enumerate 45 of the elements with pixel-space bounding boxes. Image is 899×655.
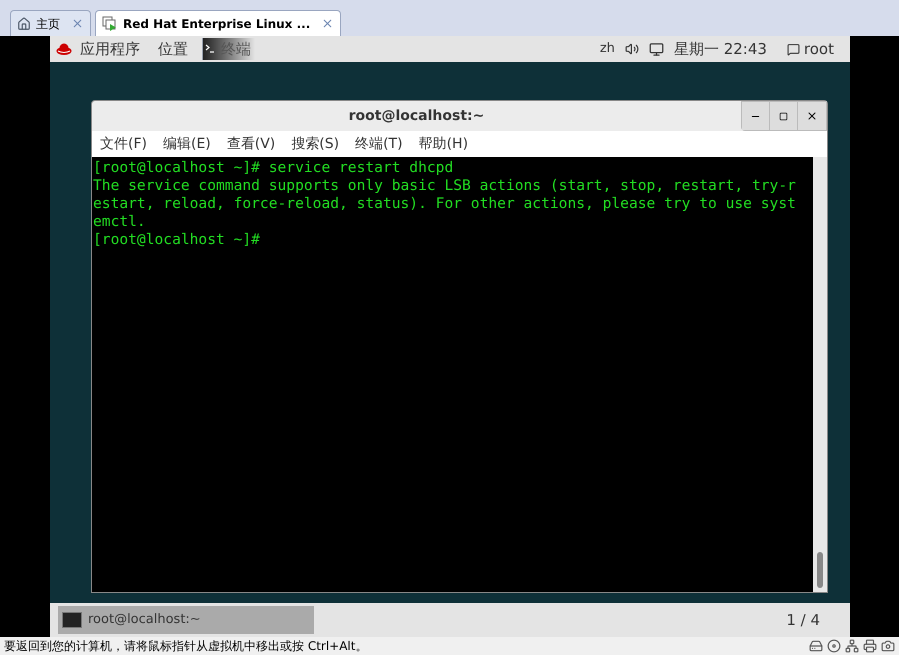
menu-item[interactable]: 编辑(E): [162, 134, 211, 154]
window-title: root@localhost:~: [348, 106, 486, 126]
scroll-thumb[interactable]: [817, 552, 823, 588]
terminal-icon: [205, 43, 217, 55]
clock[interactable]: 星期一 22:43: [674, 38, 767, 60]
menu-item[interactable]: 查看(V): [226, 134, 276, 154]
user-menu[interactable]: root: [804, 38, 834, 60]
printer-icon[interactable]: [863, 639, 877, 653]
close-icon[interactable]: [321, 17, 334, 30]
scrollbar[interactable]: [813, 157, 827, 592]
top-menu[interactable]: 应用程序: [80, 38, 140, 60]
workspace-indicator[interactable]: 1 / 4: [786, 608, 820, 632]
close-icon[interactable]: [71, 17, 84, 30]
terminal-line: [root@localhost ~]# service restart dhcpd: [93, 159, 454, 177]
maximize-icon: [779, 112, 788, 120]
tab-label: Red Hat Enterprise Linux ...: [123, 16, 310, 32]
vm-icon: [102, 16, 118, 32]
menu-item[interactable]: 文件(F): [100, 134, 147, 154]
terminal-line: estart, reload, force-reload, status). For other actions, please try to use syst: [93, 195, 796, 213]
menu-item[interactable]: 搜索(S): [291, 134, 340, 154]
input-method[interactable]: zh: [600, 39, 615, 59]
status-message: 要返回到您的计算机，请将鼠标指针从虚拟机中移出或按 Ctrl+Alt。: [4, 638, 368, 655]
volume-icon[interactable]: [624, 42, 639, 56]
terminal-line: The service command supports only basic LSB actions (start, stop, restart, try-r: [93, 177, 796, 195]
network-icon[interactable]: [648, 42, 664, 56]
maximize-button[interactable]: [770, 102, 798, 130]
terminal-line: emctl.: [93, 213, 146, 231]
tab[interactable]: 主页: [10, 10, 91, 36]
active-app-button[interactable]: 终端: [202, 38, 255, 60]
taskbar-window-button[interactable]: root@localhost:~: [58, 606, 314, 634]
tab[interactable]: Red Hat Enterprise Linux ...: [95, 10, 342, 36]
home-icon: [17, 16, 31, 30]
menu-item[interactable]: 帮助(H): [418, 134, 468, 154]
disc-icon[interactable]: [827, 639, 841, 653]
hat-logo-icon: [56, 42, 72, 56]
terminal-line: [root@localhost ~]#: [93, 231, 260, 249]
camera-icon[interactable]: [881, 639, 895, 653]
tab-label: 主页: [36, 16, 60, 32]
close-button[interactable]: [798, 102, 826, 130]
close-icon: [806, 110, 818, 122]
terminal-icon: [62, 612, 82, 628]
menu-item[interactable]: 终端(T): [355, 134, 403, 154]
top-menu[interactable]: 位置: [158, 38, 188, 60]
chat-icon[interactable]: [786, 42, 800, 56]
network-icon[interactable]: [845, 639, 859, 653]
